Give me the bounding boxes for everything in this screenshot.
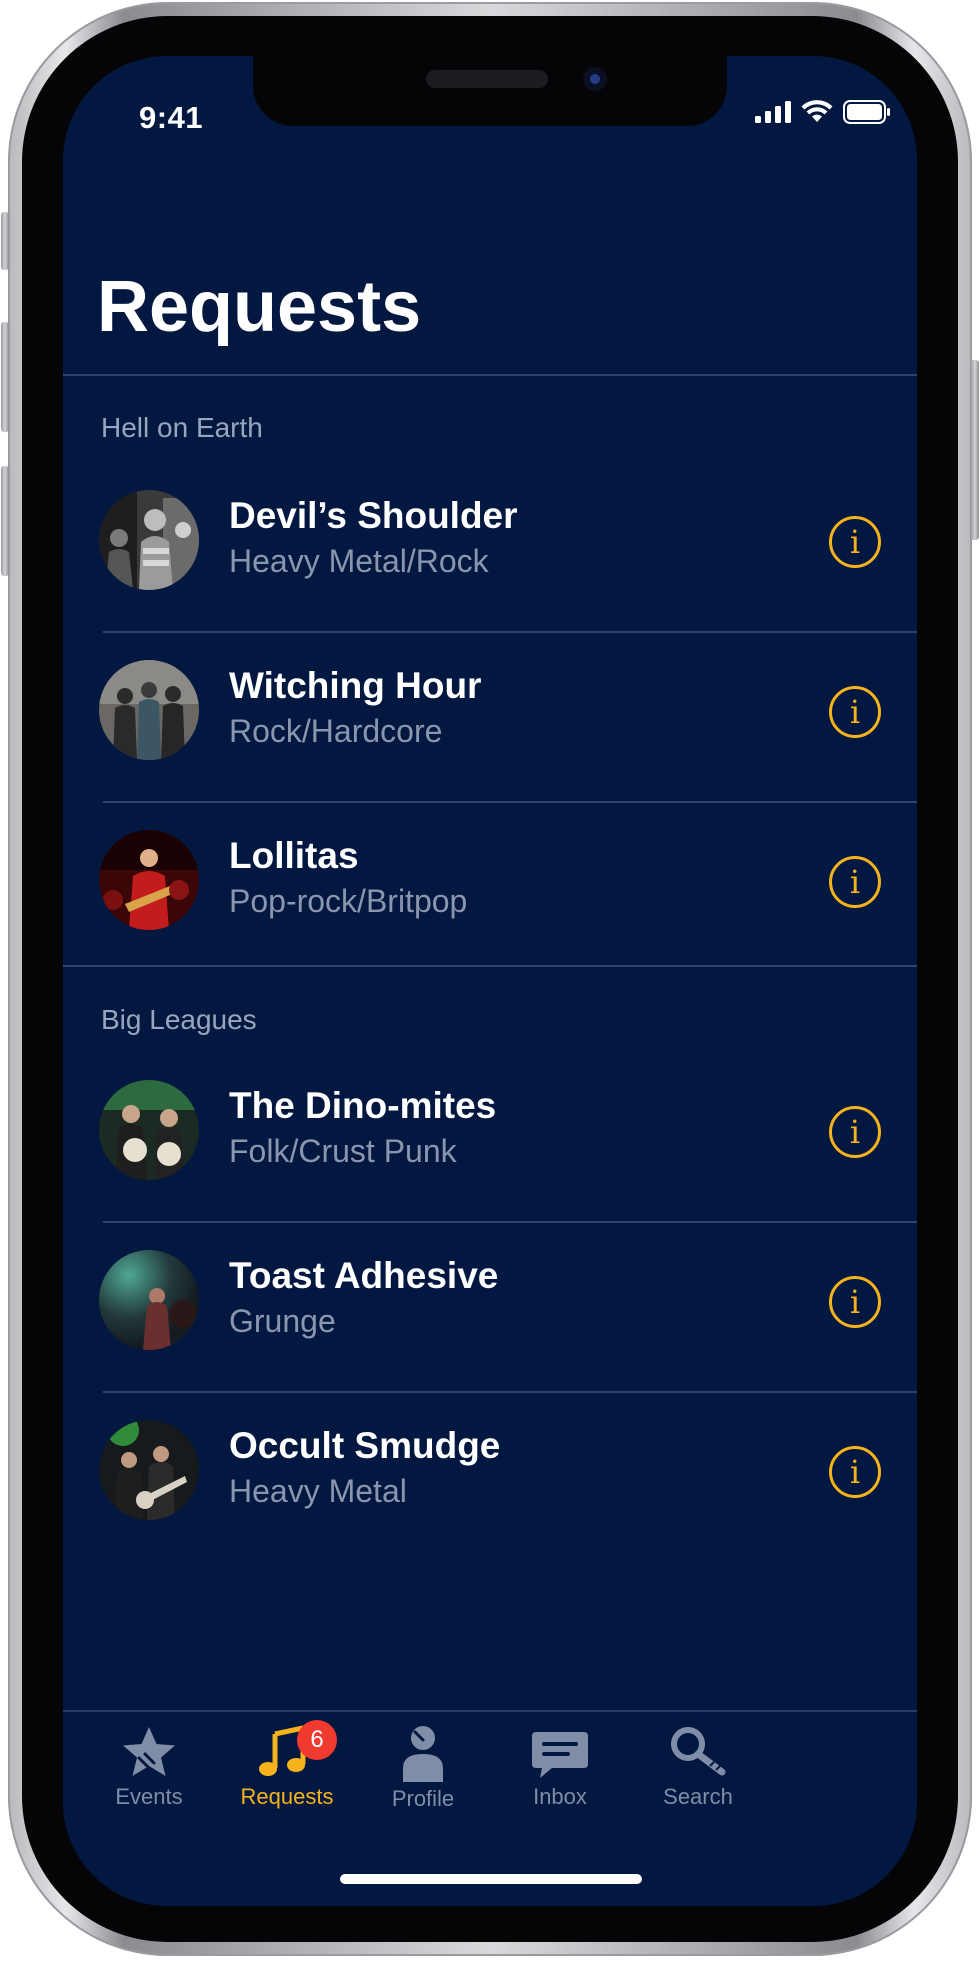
app-screen: 9:41 Requests Hell on Earth Devil’s Shou… [63,56,917,1906]
section-header: Hell on Earth [101,412,263,443]
info-icon[interactable]: i [829,1446,881,1498]
list-item[interactable]: The Dino-mites Folk/Crust Punk i [63,1046,917,1216]
message-icon [532,1732,588,1778]
home-indicator[interactable] [340,1874,642,1884]
band-name: Witching Hour [229,665,482,706]
band-avatar [99,1250,199,1350]
tab-requests[interactable]: 6 Requests [217,1712,357,1832]
band-genre: Grunge [229,1303,336,1339]
tab-label: Inbox [533,1784,587,1809]
notification-badge: 6 [297,1720,337,1760]
band-avatar [99,490,199,590]
section-separator [63,965,917,967]
tab-inbox[interactable]: Inbox [490,1712,630,1832]
person-icon [403,1726,443,1782]
tab-events[interactable]: Events [79,1712,219,1832]
info-icon[interactable]: i [829,686,881,738]
earpiece-speaker [426,70,548,88]
list-item[interactable]: Toast Adhesive Grunge i [63,1216,917,1386]
volume-up-button [1,322,9,432]
band-genre: Heavy Metal [229,1473,407,1509]
band-avatar [99,1080,199,1180]
band-name: The Dino-mites [229,1085,497,1126]
magnifier-icon [671,1727,726,1776]
band-avatar [99,660,199,760]
notch [253,56,727,126]
tab-search[interactable]: Search [628,1712,768,1832]
volume-down-button [1,466,9,576]
header-divider [63,374,917,376]
front-camera [583,67,607,91]
band-genre: Heavy Metal/Rock [229,543,489,579]
list-item[interactable]: Devil’s Shoulder Heavy Metal/Rock i [63,456,917,626]
band-avatar [99,830,199,930]
section-header: Big Leagues [101,1004,257,1035]
band-name: Lollitas [229,835,359,876]
cellular-signal-icon [755,101,791,123]
band-genre: Rock/Hardcore [229,713,443,749]
tab-label: Events [115,1784,183,1809]
tab-profile[interactable]: Profile [353,1712,493,1832]
list-item[interactable]: Lollitas Pop-rock/Britpop i [63,796,917,966]
band-genre: Folk/Crust Punk [229,1133,457,1169]
band-name: Occult Smudge [229,1425,501,1466]
tab-label: Requests [240,1784,334,1809]
info-icon[interactable]: i [829,516,881,568]
band-name: Devil’s Shoulder [229,495,518,536]
info-icon[interactable]: i [829,1106,881,1158]
power-button [971,360,979,540]
wifi-icon [801,100,833,122]
band-genre: Pop-rock/Britpop [229,883,468,919]
status-time: 9:41 [139,100,204,135]
list-item[interactable]: Occult Smudge Heavy Metal i [63,1386,917,1556]
band-name: Toast Adhesive [229,1255,499,1296]
page-title: Requests [97,267,422,347]
status-icons [755,100,891,124]
info-icon[interactable]: i [829,856,881,908]
battery-icon [843,100,890,124]
star-icon [123,1727,175,1776]
tab-label: Search [663,1784,733,1809]
band-avatar [99,1420,199,1520]
list-item[interactable]: Witching Hour Rock/Hardcore i [63,626,917,796]
info-icon[interactable]: i [829,1276,881,1328]
silent-switch [1,212,9,270]
tab-label: Profile [391,1786,455,1811]
